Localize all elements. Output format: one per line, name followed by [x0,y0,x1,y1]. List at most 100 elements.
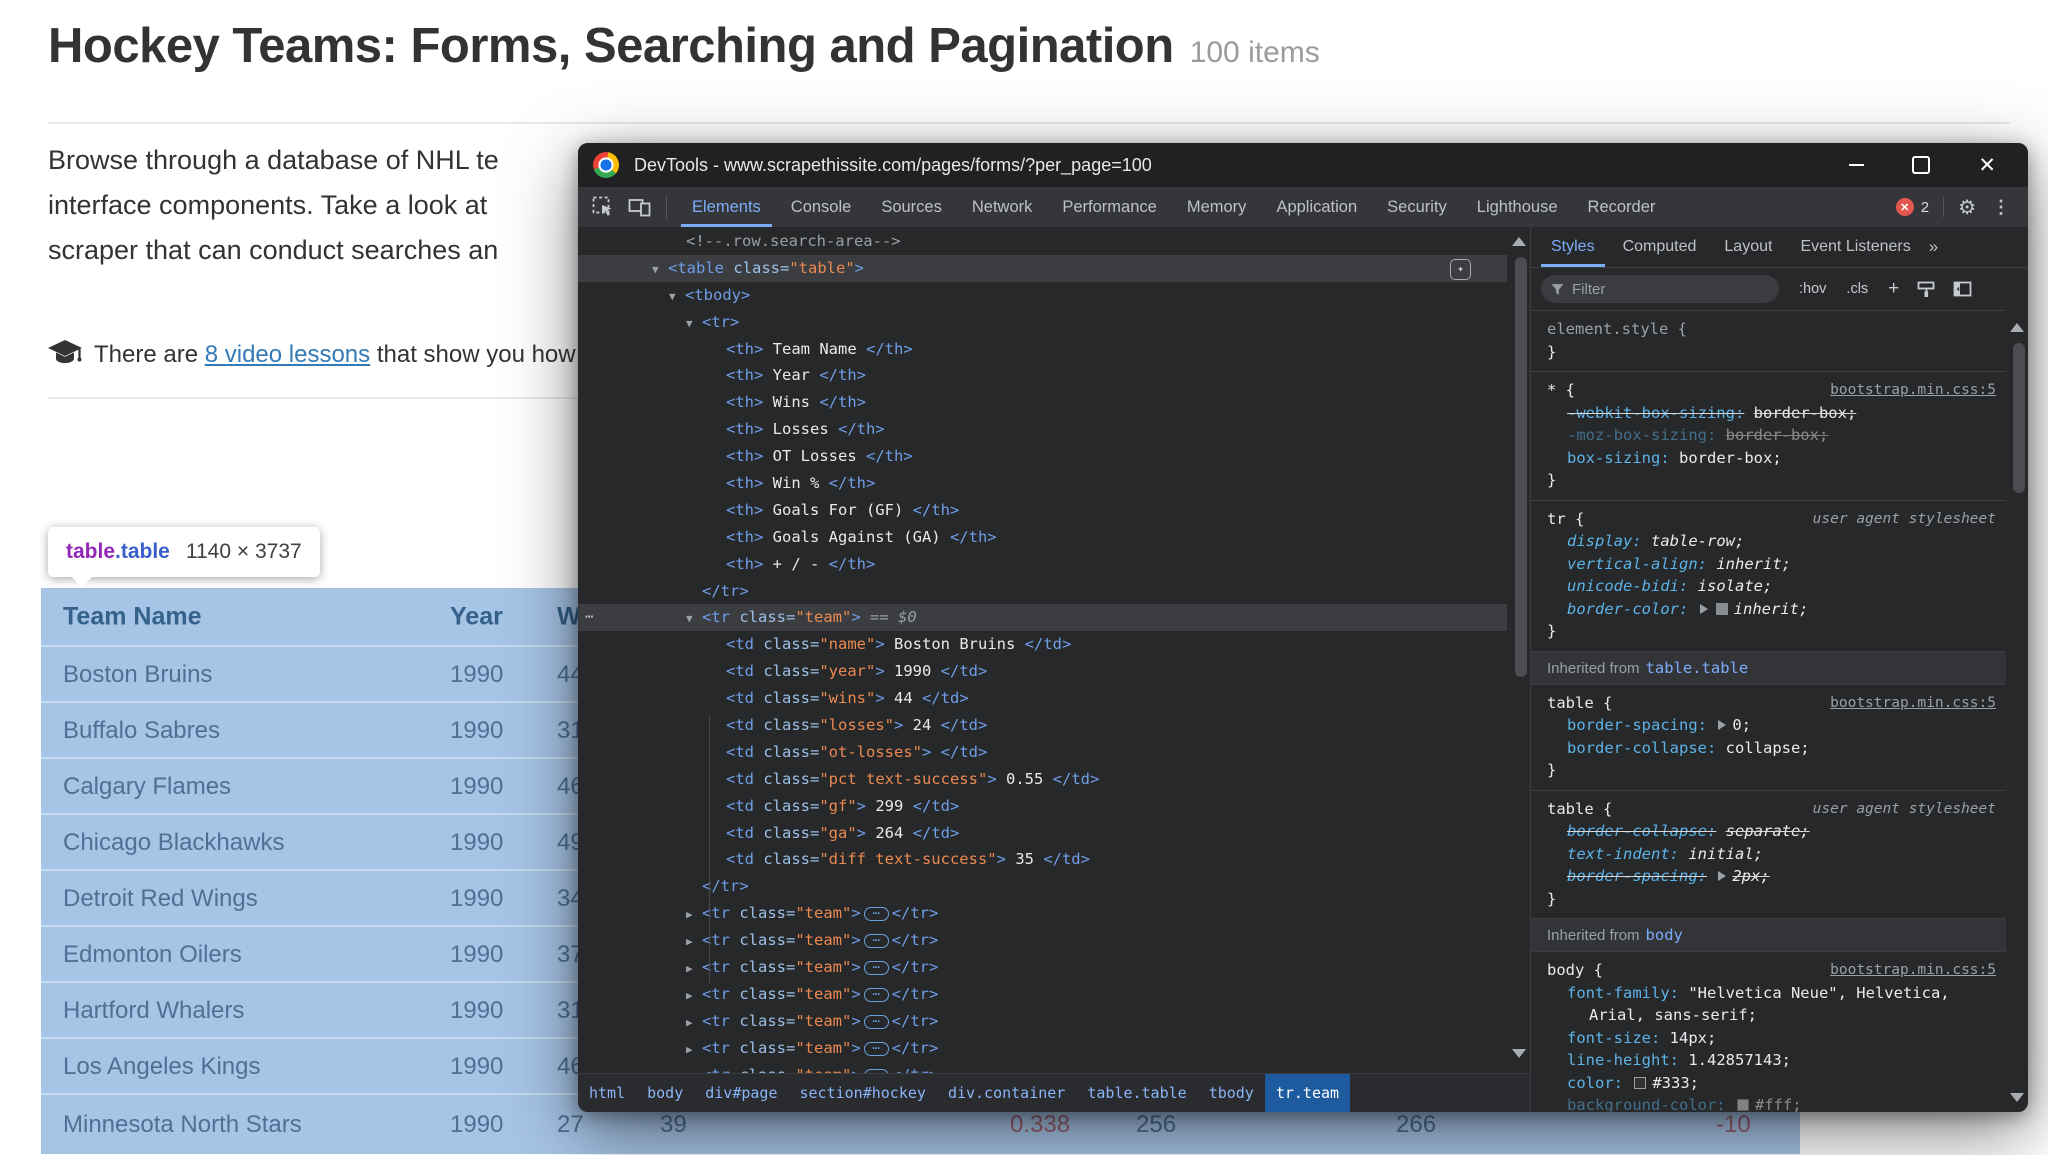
close-button[interactable]: ✕ [1978,155,1996,176]
sidebar-tab-computed[interactable]: Computed [1609,227,1711,267]
settings-gear-icon[interactable]: ⚙ [1958,195,1976,220]
toggle-hover-state[interactable]: :hov [1799,281,1826,297]
color-swatch[interactable] [1737,1099,1749,1111]
breadcrumb-table-table[interactable]: table.table [1076,1074,1197,1112]
error-badge-icon[interactable]: ✕ [1896,198,1914,216]
sidebar-tabs-overflow-icon[interactable]: » [1929,237,1938,257]
scroll-up-arrow[interactable] [2010,323,2024,332]
dom-node[interactable]: <th> Win % </th> [578,470,1507,497]
dom-node[interactable]: ▼<tr> [578,309,1507,336]
devtools-tab-security[interactable]: Security [1372,187,1462,227]
node-action-badge-icon[interactable]: ✦ [1450,259,1471,280]
css-property[interactable]: display: table-row; [1531,530,2006,553]
breadcrumb-div-container[interactable]: div.container [937,1074,1076,1112]
devtools-tab-memory[interactable]: Memory [1172,187,1262,227]
devtools-tab-application[interactable]: Application [1261,187,1372,227]
expand-arrow-icon[interactable] [1700,604,1708,614]
dom-node[interactable]: <td class="name"> Boston Bruins </td> [578,631,1507,658]
css-property[interactable]: border-collapse: separate; [1531,820,2006,843]
expand-arrow-icon[interactable]: ▶ [686,1010,702,1037]
collapsed-content-pill[interactable]: ⋯ [864,1042,889,1056]
css-property[interactable]: text-indent: initial; [1531,843,2006,866]
collapse-arrow-icon[interactable]: ▼ [686,311,702,338]
breadcrumb-tr-team[interactable]: tr.team [1265,1074,1350,1112]
expand-arrow-icon[interactable]: ▶ [686,902,702,929]
stylesheet-source-link[interactable]: bootstrap.min.css:5 [1830,692,1996,715]
dom-node[interactable]: <td class="gf"> 299 </td> [578,793,1507,820]
error-count[interactable]: 2 [1921,199,1929,216]
dom-node[interactable]: <td class="wins"> 44 </td> [578,685,1507,712]
css-property[interactable]: border-spacing: 0; [1531,714,2006,737]
css-selector[interactable]: body { [1547,961,1603,979]
collapsed-content-pill[interactable]: ⋯ [864,907,889,921]
video-lessons-link[interactable]: 8 video lessons [205,341,370,368]
dock-sidebar-icon[interactable] [1953,281,1972,297]
css-property[interactable]: border-spacing: 2px; [1531,865,2006,888]
dom-node[interactable]: <th> Wins </th> [578,389,1507,416]
css-property[interactable]: -moz-box-sizing: border-box; [1531,424,2006,447]
scroll-up-arrow[interactable] [1512,237,1526,246]
css-property[interactable]: background-color: #fff; [1531,1094,2006,1112]
devtools-tab-lighthouse[interactable]: Lighthouse [1462,187,1573,227]
css-property[interactable]: border-color: inherit; [1531,598,2006,621]
breadcrumb-tbody[interactable]: tbody [1198,1074,1265,1112]
devtools-tab-console[interactable]: Console [776,187,867,227]
header-team-name[interactable]: Team Name [63,602,202,631]
devtools-tab-sources[interactable]: Sources [866,187,957,227]
expand-arrow-icon[interactable]: ▶ [686,956,702,983]
collapse-arrow-icon[interactable]: ▼ [686,606,702,633]
header-year[interactable]: Year [450,602,503,631]
expand-arrow-icon[interactable] [1718,871,1726,881]
dom-node[interactable]: <td class="ot-losses"> </td> [578,739,1507,766]
stylesheet-source-link[interactable]: bootstrap.min.css:5 [1830,379,1996,402]
css-property[interactable]: border-collapse: collapse; [1531,737,2006,760]
css-property[interactable]: font-family: "Helvetica Neue", Helvetica… [1531,982,2006,1027]
dom-node[interactable]: <th> Goals For (GF) </th> [578,497,1507,524]
devtools-tab-network[interactable]: Network [957,187,1048,227]
css-selector[interactable]: table { [1547,694,1612,712]
css-property[interactable]: font-size: 14px; [1531,1027,2006,1050]
scrollbar-thumb[interactable] [2013,343,2025,493]
css-property[interactable]: unicode-bidi: isolate; [1531,575,2006,598]
dom-node[interactable]: ▶<tr class="team">⋯</tr> [578,900,1507,927]
css-selector[interactable]: element.style { [1547,320,1687,338]
toggle-classes[interactable]: .cls [1846,281,1868,297]
collapsed-content-pill[interactable]: ⋯ [864,988,889,1002]
dom-node[interactable]: <td class="ga"> 264 </td> [578,820,1507,847]
scroll-down-arrow[interactable] [1512,1049,1526,1058]
css-selector[interactable]: * { [1547,381,1575,399]
new-style-rule-icon[interactable]: + [1888,278,1899,300]
collapsed-content-pill[interactable]: ⋯ [864,961,889,975]
dom-node-selected[interactable]: ⋯▼<tr class="team"> == $0 [578,604,1507,631]
dom-node[interactable]: <td class="diff text-success"> 35 </td> [578,846,1507,873]
collapse-arrow-icon[interactable]: ▼ [652,257,668,284]
color-swatch[interactable] [1716,603,1728,615]
css-property[interactable]: box-sizing: border-box; [1531,447,2006,470]
dom-node[interactable]: <td class="pct text-success"> 0.55 </td> [578,766,1507,793]
more-options-icon[interactable]: ⋮ [1992,197,2010,218]
scrollbar-thumb[interactable] [1515,257,1527,677]
dom-node[interactable]: <td class="losses"> 24 </td> [578,712,1507,739]
maximize-button[interactable] [1912,156,1930,174]
css-property[interactable]: -webkit-box-sizing: border-box; [1531,402,2006,425]
sidebar-tab-event-listeners[interactable]: Event Listeners [1786,227,1924,267]
expand-arrow-icon[interactable]: ▶ [686,983,702,1010]
minimize-button[interactable] [1849,164,1864,166]
dom-node[interactable]: <th> Team Name </th> [578,336,1507,363]
dom-node[interactable]: ▶<tr class="team">⋯</tr> [578,981,1507,1008]
dom-node[interactable]: <th> + / - </th> [578,551,1507,578]
collapsed-content-pill[interactable]: ⋯ [864,934,889,948]
scroll-down-arrow[interactable] [2010,1093,2024,1102]
inspect-element-icon[interactable] [591,196,615,218]
filter-input[interactable]: Filter [1541,275,1779,303]
dom-node[interactable]: <th> Losses </th> [578,416,1507,443]
device-toolbar-icon[interactable] [628,196,652,218]
dom-node[interactable]: <th> OT Losses </th> [578,443,1507,470]
dom-node[interactable]: <th> Year </th> [578,362,1507,389]
css-property[interactable]: vertical-align: inherit; [1531,553,2006,576]
breadcrumb-html[interactable]: html [578,1074,636,1112]
dom-node[interactable]: ▼<tbody> [578,282,1507,309]
node-menu-dots[interactable]: ⋯ [585,604,594,631]
css-property[interactable]: line-height: 1.42857143; [1531,1049,2006,1072]
format-brush-icon[interactable] [1917,281,1935,298]
